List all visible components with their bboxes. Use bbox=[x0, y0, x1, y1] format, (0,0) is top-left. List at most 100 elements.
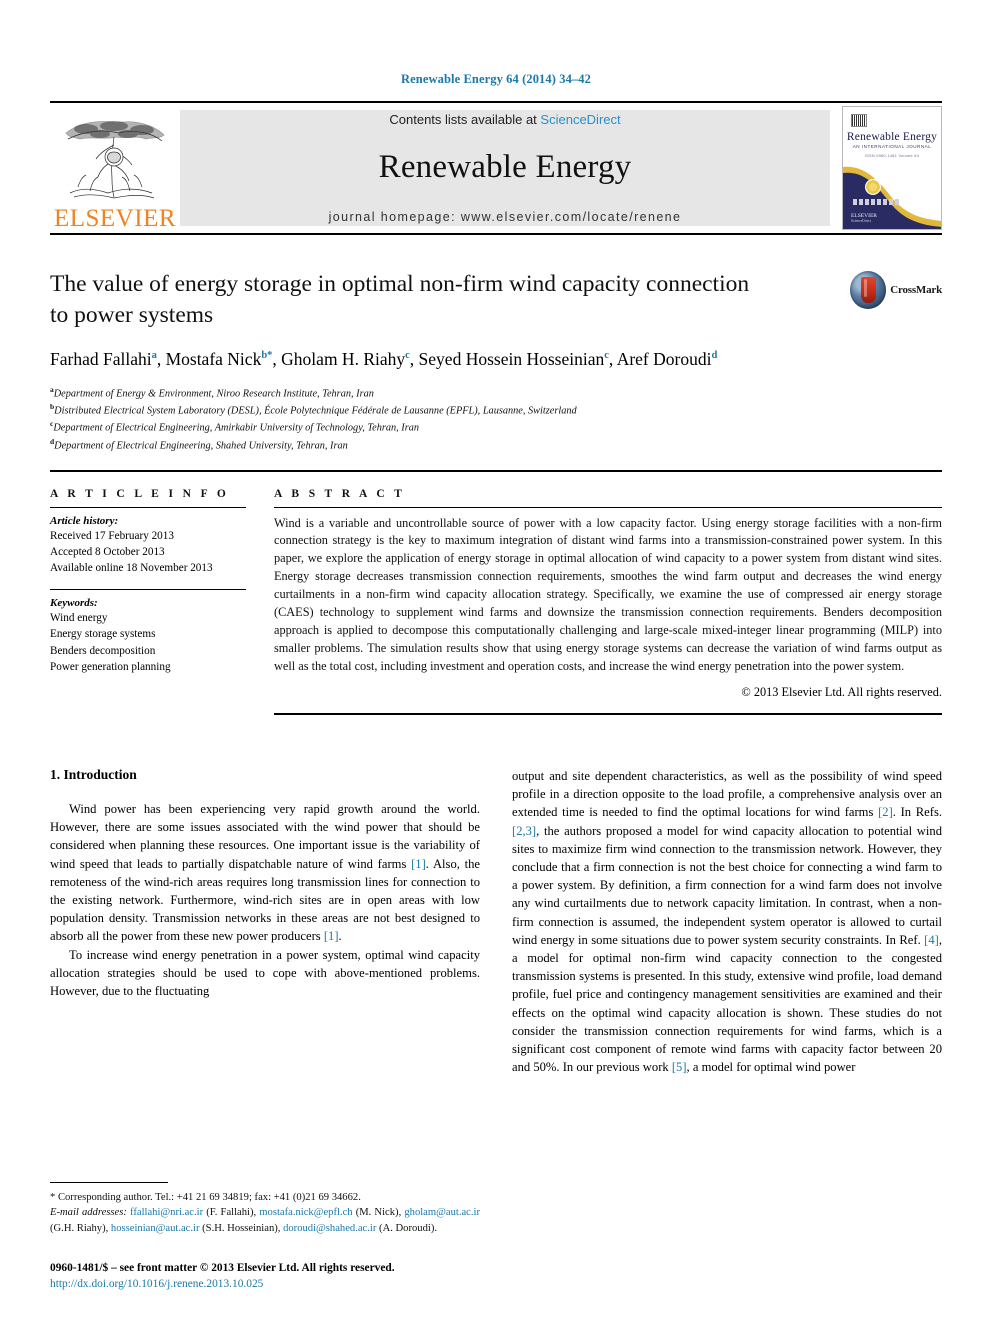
elsevier-wordmark: ELSEVIER bbox=[53, 205, 177, 232]
author-affiliation-mark: a bbox=[151, 349, 157, 361]
email-person: (M. Nick) bbox=[355, 1207, 399, 1219]
affiliation-text: Department of Energy & Environment, Niro… bbox=[53, 388, 374, 400]
doi-link[interactable]: http://dx.doi.org/10.1016/j.renene.2013.… bbox=[50, 1277, 480, 1293]
keyword-item: Energy storage systems bbox=[50, 628, 156, 641]
paragraph-text: , a model for optimal non-firm wind capa… bbox=[512, 932, 942, 1075]
paragraph-text: , a model for optimal wind power bbox=[686, 1060, 856, 1075]
elsevier-logo: ELSEVIER bbox=[50, 103, 180, 233]
abstract-divider bbox=[274, 506, 942, 508]
corresponding-author-text: * Corresponding author. Tel.: +41 21 69 … bbox=[50, 1191, 361, 1203]
issn-block: 0960-1481/$ – see front matter © 2013 El… bbox=[50, 1261, 480, 1293]
info-divider bbox=[50, 506, 246, 508]
abstract-column: A B S T R A C T Wind is a variable and u… bbox=[274, 488, 942, 716]
keyword-item: Wind energy bbox=[50, 612, 108, 625]
author-list: Farhad Fallahia, Mostafa Nickb*, Gholam … bbox=[50, 348, 718, 369]
email-person: (F. Fallahi) bbox=[206, 1207, 254, 1219]
citation-link[interactable]: [4] bbox=[924, 933, 939, 947]
affiliation-item: dDepartment of Electrical Engineering, S… bbox=[50, 437, 942, 454]
author-name: Mostafa Nick bbox=[165, 348, 262, 369]
author-4: Aref Doroudid bbox=[617, 349, 718, 369]
email-link[interactable]: gholam@aut.ac.ir bbox=[404, 1207, 480, 1218]
affiliation-list: aDepartment of Energy & Environment, Nir… bbox=[50, 385, 942, 453]
email-link[interactable]: ffallahi@nri.ac.ir bbox=[130, 1207, 203, 1218]
abstract-bottom-rule bbox=[274, 713, 942, 716]
corresponding-author-note: * Corresponding author. Tel.: +41 21 69 … bbox=[50, 1191, 480, 1234]
abstract-copyright: © 2013 Elsevier Ltd. All rights reserved… bbox=[741, 685, 942, 700]
cover-title: Renewable Energy bbox=[846, 131, 938, 143]
citation-link[interactable]: [2,3] bbox=[512, 824, 536, 838]
affiliation-item: cDepartment of Electrical Engineering, A… bbox=[50, 419, 942, 436]
body-right-column: output and site dependent characteristic… bbox=[512, 767, 942, 1172]
email-link[interactable]: doroudi@shahed.ac.ir bbox=[283, 1223, 376, 1234]
email-person: (G.H. Riahy) bbox=[50, 1222, 106, 1234]
journal-homepage-link[interactable]: journal homepage: www.elsevier.com/locat… bbox=[329, 210, 682, 224]
author-2: Gholam H. Riahyc bbox=[281, 349, 410, 369]
author-name: Gholam H. Riahy bbox=[281, 348, 406, 369]
corresponding-author-star: * bbox=[267, 349, 273, 361]
cover-emblem-caption bbox=[853, 199, 899, 205]
cover-emblem-icon bbox=[865, 179, 881, 195]
journal-title: Renewable Energy bbox=[378, 149, 632, 185]
paper-page: Renewable Energy 64 (2014) 34–42 ELSEVIE… bbox=[0, 0, 992, 1323]
footnote-area: * Corresponding author. Tel.: +41 21 69 … bbox=[50, 1181, 480, 1293]
author-name: Aref Doroudi bbox=[616, 348, 712, 369]
affiliation-text: Department of Electrical Engineering, Am… bbox=[53, 422, 420, 434]
history-accepted: Accepted 8 October 2013 bbox=[50, 545, 165, 558]
email-person: (A. Doroudi) bbox=[379, 1222, 435, 1234]
article-history-label: Article history: bbox=[50, 514, 119, 527]
keywords-divider bbox=[50, 589, 246, 591]
cover-footer-subtext: ScienceDirect bbox=[851, 219, 872, 223]
page-title: The value of energy storage in optimal n… bbox=[50, 271, 750, 328]
paragraph-text: . bbox=[338, 929, 342, 944]
contents-prefix: Contents lists available at bbox=[389, 112, 537, 127]
citation-link[interactable]: [1] bbox=[411, 857, 426, 871]
running-head: Renewable Energy 64 (2014) 34–42 bbox=[401, 72, 591, 86]
paragraph: To increase wind energy penetration in a… bbox=[50, 946, 480, 1001]
keyword-item: Power generation planning bbox=[50, 660, 171, 673]
sciencedirect-link[interactable]: ScienceDirect bbox=[540, 112, 620, 127]
issn-line: 0960-1481/$ – see front matter © 2013 El… bbox=[50, 1262, 395, 1275]
author-affiliation-mark: d bbox=[711, 349, 718, 361]
email-link[interactable]: hosseinian@aut.ac.ir bbox=[111, 1223, 200, 1234]
section-heading-introduction: 1. Introduction bbox=[50, 767, 137, 783]
affiliation-text: Department of Electrical Engineering, Sh… bbox=[54, 439, 348, 451]
journal-cover-cell: Renewable Energy AN INTERNATIONAL JOURNA… bbox=[830, 103, 942, 233]
citation-link[interactable]: [5] bbox=[672, 1060, 687, 1074]
crossmark-badge[interactable]: CrossMark bbox=[850, 271, 942, 309]
citation-link[interactable]: [1] bbox=[324, 929, 339, 943]
masthead-center: Contents lists available at ScienceDirec… bbox=[180, 110, 830, 226]
cover-footer: ELSEVIER ScienceDirect bbox=[851, 213, 877, 223]
author-1: Mostafa Nickb* bbox=[166, 349, 273, 369]
contents-available-line: Contents lists available at ScienceDirec… bbox=[389, 112, 620, 127]
history-available-online: Available online 18 November 2013 bbox=[50, 562, 213, 574]
keywords-label: Keywords: bbox=[50, 597, 98, 610]
author-name: Farhad Fallahi bbox=[50, 348, 152, 369]
citation-link[interactable]: [2] bbox=[878, 805, 893, 819]
paragraph-text: , the authors proposed a model for wind … bbox=[512, 823, 942, 947]
keyword-item: Benders decomposition bbox=[50, 644, 156, 657]
crossmark-label: CrossMark bbox=[890, 284, 942, 296]
article-info-heading: A R T I C L E I N F O bbox=[50, 487, 230, 500]
cover-barcode-icon bbox=[851, 114, 867, 127]
abstract-heading: A B S T R A C T bbox=[274, 487, 406, 500]
paragraph: output and site dependent characteristic… bbox=[512, 767, 942, 1076]
title-block: The value of energy storage in optimal n… bbox=[50, 235, 942, 454]
email-person: (S.H. Hosseinian) bbox=[202, 1222, 278, 1234]
email-link[interactable]: mostafa.nick@epfl.ch bbox=[259, 1207, 352, 1218]
author-0: Farhad Fallahia bbox=[50, 349, 157, 369]
author-affiliation-mark: c bbox=[405, 349, 410, 361]
paragraph-text: . In Refs. bbox=[892, 805, 943, 820]
body-left-column: 1. Introduction Wind power has been expe… bbox=[50, 767, 480, 1172]
elsevier-tree-icon bbox=[65, 121, 165, 199]
journal-cover-thumbnail[interactable]: Renewable Energy AN INTERNATIONAL JOURNA… bbox=[842, 106, 942, 230]
info-abstract-section: A R T I C L E I N F O Article history: R… bbox=[50, 469, 942, 716]
author-name: Seyed Hossein Hosseinian bbox=[418, 348, 605, 369]
body-columns: 1. Introduction Wind power has been expe… bbox=[50, 767, 942, 1172]
abstract-text: Wind is a variable and uncontrollable so… bbox=[274, 515, 942, 674]
paragraph-text: To increase wind energy penetration in a… bbox=[50, 947, 480, 998]
affiliation-item: aDepartment of Energy & Environment, Nir… bbox=[50, 385, 942, 402]
article-info-column: A R T I C L E I N F O Article history: R… bbox=[50, 488, 246, 716]
history-received: Received 17 February 2013 bbox=[50, 529, 174, 542]
author-3: Seyed Hossein Hosseinianc bbox=[419, 349, 609, 369]
